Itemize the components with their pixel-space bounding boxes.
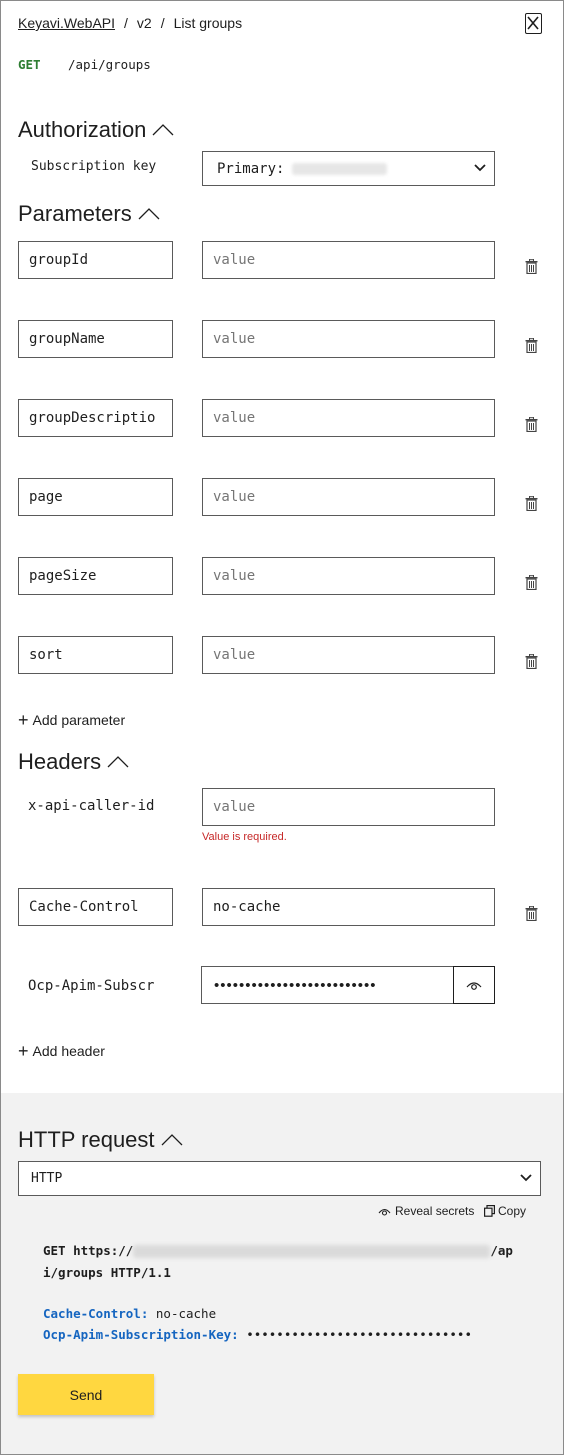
http-method: GET [18,57,41,72]
subscription-key-select[interactable]: Primary: [202,151,495,186]
request-format-select[interactable]: HTTP [18,1161,541,1196]
parameter-value-input[interactable]: value [202,241,495,279]
http-request-title: HTTP request [18,1127,155,1152]
breadcrumb-separator: / [160,15,165,31]
reveal-secrets-button[interactable]: Reveal secrets [378,1204,474,1218]
trash-icon[interactable] [525,338,538,353]
eye-icon [466,982,482,990]
parameter-value-input[interactable]: value [202,399,495,437]
chevron-up-icon [107,756,129,768]
parameter-name-input[interactable]: sort [18,636,173,674]
breadcrumb-operation: List groups [173,15,243,31]
parameter-value-input[interactable]: value [202,478,495,516]
test-console-panel: Keyavi.WebAPI / v2 / List groups GET /ap… [0,0,564,1455]
copy-icon [484,1205,495,1217]
add-parameter-button[interactable]: + Add parameter [18,710,126,730]
reveal-secrets-label: Reveal secrets [395,1204,475,1218]
breadcrumb-api-link[interactable]: Keyavi.WebAPI [18,15,115,31]
trash-icon[interactable] [525,417,538,432]
chevron-up-icon [161,1134,183,1146]
copy-button[interactable]: Copy [484,1204,526,1218]
chevron-up-icon [152,124,174,136]
request-url-rest: i/groups HTTP/1.1 [43,1265,171,1280]
close-icon [527,16,539,30]
header-key: Ocp-Apim-Subscription-Key: [43,1327,239,1342]
plus-icon: + [18,1041,29,1061]
trash-icon[interactable] [525,575,538,590]
redacted-host [133,1245,491,1258]
subscription-key-selected: Primary: [217,160,285,177]
parameter-name-input[interactable]: groupDescriptio [18,399,173,437]
parameters-section-toggle[interactable]: Parameters [18,201,160,227]
chevron-down-icon [520,1174,532,1182]
header-value: no-cache [155,1306,217,1321]
reveal-secret-button[interactable] [453,966,495,1004]
parameter-name-input[interactable]: groupName [18,320,173,358]
parameter-value-input[interactable]: value [202,636,495,674]
parameter-name-input[interactable]: pageSize [18,557,173,595]
headers-title: Headers [18,749,102,774]
header-name-label: Ocp-Apim-Subscr [28,978,155,994]
breadcrumb-separator: / [124,15,128,31]
header-name-input[interactable]: Cache-Control [18,888,173,926]
header-value-input[interactable]: no-cache [202,888,495,926]
add-header-label: Add header [32,1043,105,1059]
chevron-up-icon [138,208,160,220]
copy-label: Copy [498,1204,527,1218]
redacted-key [292,162,388,175]
request-path: /api/groups [68,57,151,72]
authorization-title: Authorization [18,117,147,142]
header-value-input[interactable]: value [202,788,495,826]
eye-icon [378,1208,391,1216]
validation-error: Value is required. [202,831,287,843]
trash-icon[interactable] [525,496,538,511]
chevron-down-icon [474,164,486,172]
subscription-key-label: Subscription key [31,159,157,174]
parameters-title: Parameters [18,201,132,226]
plus-icon: + [18,710,29,730]
header-value: •••••••••••••••••••••••••••••• [246,1327,472,1342]
parameter-value-input[interactable]: value [202,320,495,358]
request-header-subscription: Ocp-Apim-Subscription-Key: •••••••••••••… [43,1327,472,1342]
parameter-name-input[interactable]: groupId [18,241,173,279]
add-header-button[interactable]: + Add header [18,1041,105,1061]
send-button[interactable]: Send [18,1374,154,1415]
parameter-value-input[interactable]: value [202,557,495,595]
trash-icon[interactable] [525,906,538,921]
header-name-label: x-api-caller-id [28,798,155,814]
trash-icon[interactable] [525,259,538,274]
breadcrumb: Keyavi.WebAPI / v2 / List groups [18,15,242,31]
header-key: Cache-Control: [43,1306,149,1321]
close-button[interactable] [525,13,542,34]
breadcrumb-version: v2 [136,15,152,31]
request-url-prefix: GET https:// [43,1243,134,1258]
parameter-name-input[interactable]: page [18,478,173,516]
authorization-section-toggle[interactable]: Authorization [18,117,174,143]
request-format-selected: HTTP [31,1171,63,1186]
request-line-2: i/groups HTTP/1.1 [43,1265,171,1280]
add-parameter-label: Add parameter [32,712,126,728]
request-header-cache-control: Cache-Control: no-cache [43,1306,216,1321]
request-line: GET /api/groups [18,57,151,72]
http-request-section-toggle[interactable]: HTTP request [18,1127,183,1153]
trash-icon[interactable] [525,654,538,669]
headers-section-toggle[interactable]: Headers [18,749,129,775]
request-line-1: GET https:// /ap [43,1243,513,1258]
request-url-suffix: /ap [490,1243,513,1258]
subscription-key-input[interactable]: •••••••••••••••••••••••••• [201,966,454,1004]
